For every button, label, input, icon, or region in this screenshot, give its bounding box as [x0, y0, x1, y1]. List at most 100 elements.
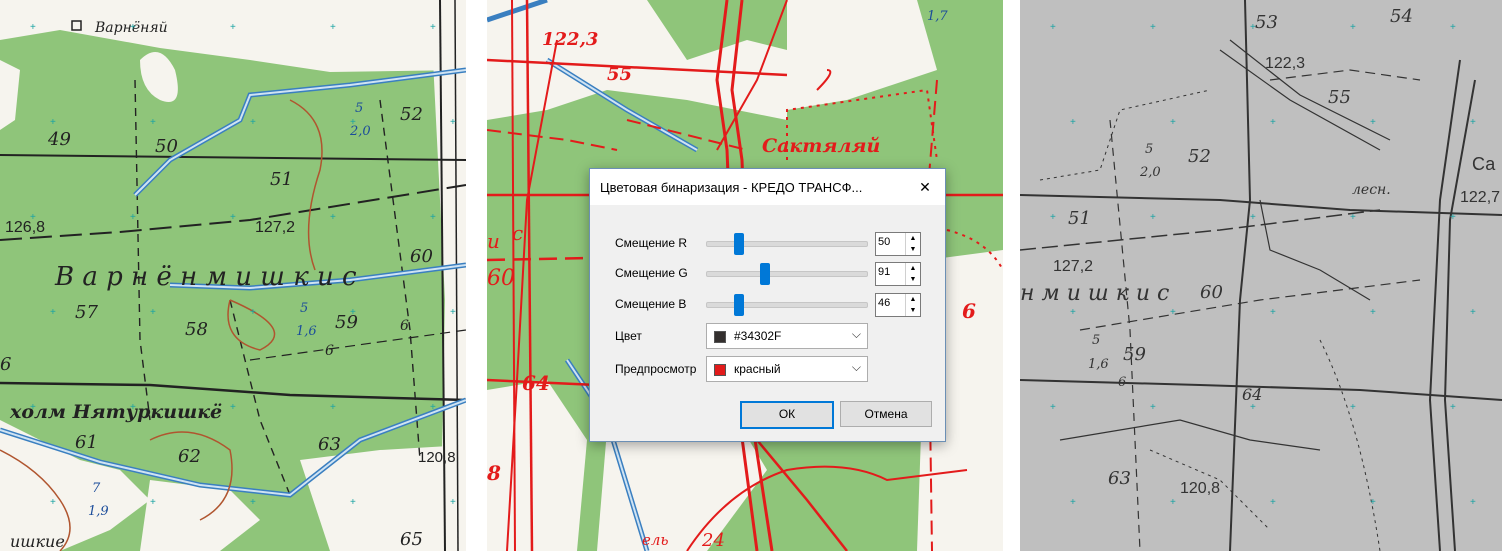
spin-up-icon[interactable]: ▲ — [906, 233, 920, 244]
close-icon[interactable]: ✕ — [905, 169, 945, 205]
map-label: 126,8 — [5, 219, 45, 236]
grid-cross-mark: + — [30, 212, 36, 223]
map-label: н м и ш к и с — [1020, 281, 1169, 306]
spin-down-icon[interactable]: ▼ — [906, 274, 920, 285]
map-label: 60 — [1200, 282, 1223, 303]
map-label: В а р н ё н м и ш к и с — [54, 262, 357, 292]
offset-r-slider[interactable] — [706, 233, 868, 255]
map-label: 2,0 — [1139, 165, 1161, 180]
binarized-map-panel: 53 54 122,3 55 5 2,0 52 51 лесн. Са 122,… — [1020, 0, 1502, 551]
preview-dropdown[interactable]: красный ⌵ — [706, 356, 868, 382]
map-label: 62 — [178, 446, 201, 467]
spin-up-icon[interactable]: ▲ — [906, 294, 920, 305]
offset-g-slider-thumb[interactable] — [759, 263, 770, 285]
map-label: 6 — [1118, 375, 1126, 390]
grid-cross-mark: + — [1370, 307, 1376, 318]
ok-button[interactable]: ОК — [740, 401, 834, 429]
grid-cross-mark: + — [130, 402, 136, 413]
map-label: 49 — [47, 129, 71, 150]
grid-cross-mark: + — [1350, 402, 1356, 413]
original-map-image: Варнёняй 49 50 51 52 5 2,0 126,8 127,2 В… — [0, 0, 466, 551]
grid-cross-mark: + — [50, 117, 56, 128]
offset-r-row: Смещение R ▲ ▼ — [615, 232, 925, 256]
grid-cross-mark: + — [130, 22, 136, 33]
grid-cross-mark: + — [450, 497, 456, 508]
map-label: 5 — [355, 101, 363, 116]
grid-cross-mark: + — [1470, 117, 1476, 128]
offset-b-slider-thumb[interactable] — [734, 294, 744, 316]
grid-cross-mark: + — [250, 117, 256, 128]
grid-cross-mark: + — [1170, 117, 1176, 128]
map-label: 1,7 — [927, 9, 948, 24]
map-label: 51 — [1068, 208, 1091, 229]
offset-b-spinbox[interactable]: ▲ ▼ — [875, 293, 921, 317]
binarized-map-image: 53 54 122,3 55 5 2,0 52 51 лесн. Са 122,… — [1020, 0, 1502, 551]
offset-b-input[interactable] — [878, 297, 904, 309]
map-label: Са — [1472, 154, 1496, 174]
grid-cross-mark: + — [1170, 307, 1176, 318]
map-label: 6 — [400, 318, 409, 334]
offset-r-input[interactable] — [878, 236, 904, 248]
grid-cross-mark: + — [150, 307, 156, 318]
map-label: 127,2 — [255, 219, 295, 236]
grid-cross-mark: + — [330, 402, 336, 413]
grid-cross-mark: + — [1450, 402, 1456, 413]
original-map-panel: Варнёняй 49 50 51 52 5 2,0 126,8 127,2 В… — [0, 0, 466, 551]
grid-cross-mark: + — [50, 497, 56, 508]
map-label: 122,3 — [542, 29, 598, 50]
map-label: 1,6 — [296, 324, 317, 339]
map-label: 53 — [1255, 12, 1278, 33]
dialog-titlebar[interactable]: Цветовая бинаризация - КРЕДО ТРАНСФ... ✕ — [590, 169, 945, 205]
map-label: лесн. — [1352, 182, 1391, 198]
grid-cross-mark: + — [330, 212, 336, 223]
grid-cross-mark: + — [1270, 307, 1276, 318]
map-label: 57 — [75, 302, 98, 323]
map-label: 120,8 — [1180, 480, 1220, 497]
map-label: 52 — [400, 104, 423, 125]
grid-cross-mark: + — [1350, 22, 1356, 33]
map-label: холм Нятуркишкё — [9, 401, 222, 423]
color-value: #34302F — [734, 329, 782, 343]
map-label: 122,7 — [1460, 189, 1500, 206]
spin-down-icon[interactable]: ▼ — [906, 244, 920, 255]
map-label: 122,3 — [1265, 55, 1305, 72]
grid-cross-mark: + — [1070, 117, 1076, 128]
map-label: 6 — [0, 354, 11, 375]
map-label: 64 — [522, 371, 550, 395]
grid-cross-mark: + — [450, 117, 456, 128]
grid-cross-mark: + — [1370, 117, 1376, 128]
map-label: 51 — [270, 169, 293, 190]
map-label: 127,2 — [1053, 258, 1093, 275]
grid-cross-mark: + — [1150, 402, 1156, 413]
grid-cross-mark: + — [1050, 22, 1056, 33]
cancel-button[interactable]: Отмена — [840, 401, 932, 427]
offset-b-slider[interactable] — [706, 294, 868, 316]
map-label: 6 — [962, 299, 976, 323]
offset-r-spinbox[interactable]: ▲ ▼ — [875, 232, 921, 256]
grid-cross-mark: + — [250, 307, 256, 318]
grid-cross-mark: + — [1350, 212, 1356, 223]
spin-up-icon[interactable]: ▲ — [906, 263, 920, 274]
offset-g-row: Смещение G ▲ ▼ — [615, 262, 925, 286]
offset-g-input[interactable] — [878, 266, 904, 278]
grid-cross-mark: + — [150, 497, 156, 508]
preview-value: красный — [734, 362, 781, 376]
map-label: 1,9 — [88, 504, 109, 519]
grid-cross-mark: + — [1470, 497, 1476, 508]
offset-g-slider[interactable] — [706, 263, 868, 285]
map-label: 52 — [1188, 146, 1211, 167]
chevron-down-icon: ⌵ — [851, 360, 861, 374]
map-label: 5 — [300, 301, 308, 316]
grid-cross-mark: + — [1250, 212, 1256, 223]
grid-cross-mark: + — [1450, 22, 1456, 33]
map-label: 60 — [487, 266, 515, 291]
offset-b-label: Смещение B — [615, 297, 687, 311]
offset-g-spinbox[interactable]: ▲ ▼ — [875, 262, 921, 286]
map-label: 63 — [1108, 468, 1131, 489]
color-dropdown[interactable]: #34302F ⌵ — [706, 323, 868, 349]
grid-cross-mark: + — [230, 22, 236, 33]
offset-r-slider-thumb[interactable] — [734, 233, 744, 255]
spin-down-icon[interactable]: ▼ — [906, 305, 920, 316]
grid-cross-mark: + — [430, 402, 436, 413]
map-label: 7 — [92, 481, 101, 496]
